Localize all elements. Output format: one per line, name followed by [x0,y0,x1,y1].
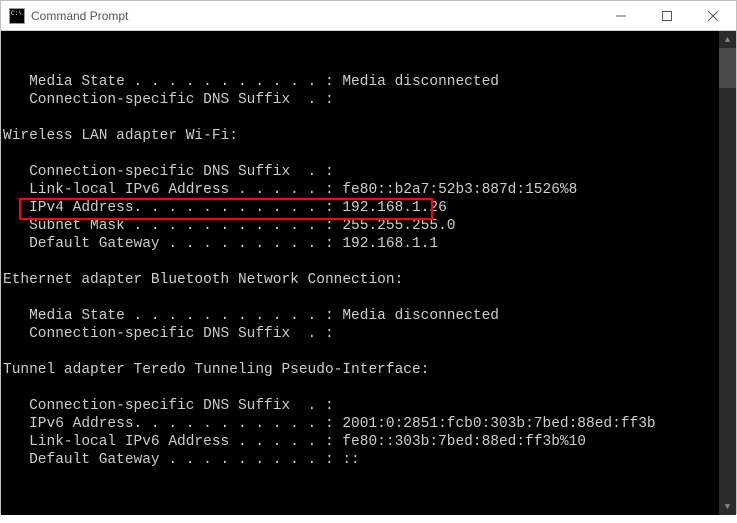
terminal-area[interactable]: Media State . . . . . . . . . . . : Medi… [1,31,736,515]
terminal-line [3,145,717,163]
terminal-line [3,343,717,361]
terminal-line: Ethernet adapter Bluetooth Network Conne… [3,271,717,289]
terminal-line: Default Gateway . . . . . . . . . : 192.… [3,235,717,253]
minimize-button[interactable] [598,1,644,30]
scroll-down-arrow-icon[interactable]: ▼ [719,498,736,515]
terminal-line: Media State . . . . . . . . . . . : Medi… [3,73,717,91]
maximize-icon [662,11,672,21]
terminal-line: Tunnel adapter Teredo Tunneling Pseudo-I… [3,361,717,379]
window-controls [598,1,736,30]
terminal-line: IPv4 Address. . . . . . . . . . . : 192.… [3,199,717,217]
terminal-line: Connection-specific DNS Suffix . : [3,325,717,343]
terminal-line: Link-local IPv6 Address . . . . . : fe80… [3,433,717,451]
minimize-icon [616,11,626,21]
terminal-line [3,253,717,271]
terminal-content: Media State . . . . . . . . . . . : Medi… [3,73,717,469]
close-icon [708,11,718,21]
window-title: Command Prompt [31,9,598,23]
terminal-line: Subnet Mask . . . . . . . . . . . : 255.… [3,217,717,235]
vertical-scrollbar[interactable]: ▲ ▼ [719,31,736,515]
command-prompt-icon [9,8,25,24]
terminal-line: Connection-specific DNS Suffix . : [3,91,717,109]
scroll-up-arrow-icon[interactable]: ▲ [719,31,736,48]
window-titlebar[interactable]: Command Prompt [1,1,736,31]
terminal-line: Media State . . . . . . . . . . . : Medi… [3,307,717,325]
terminal-line [3,379,717,397]
close-button[interactable] [690,1,736,30]
terminal-line: Default Gateway . . . . . . . . . : :: [3,451,717,469]
maximize-button[interactable] [644,1,690,30]
terminal-line [3,289,717,307]
terminal-line: Connection-specific DNS Suffix . : [3,163,717,181]
scroll-thumb[interactable] [719,48,736,88]
terminal-line: IPv6 Address. . . . . . . . . . . : 2001… [3,415,717,433]
terminal-line [3,109,717,127]
terminal-line: Wireless LAN adapter Wi-Fi: [3,127,717,145]
terminal-line: Link-local IPv6 Address . . . . . : fe80… [3,181,717,199]
terminal-line: Connection-specific DNS Suffix . : [3,397,717,415]
